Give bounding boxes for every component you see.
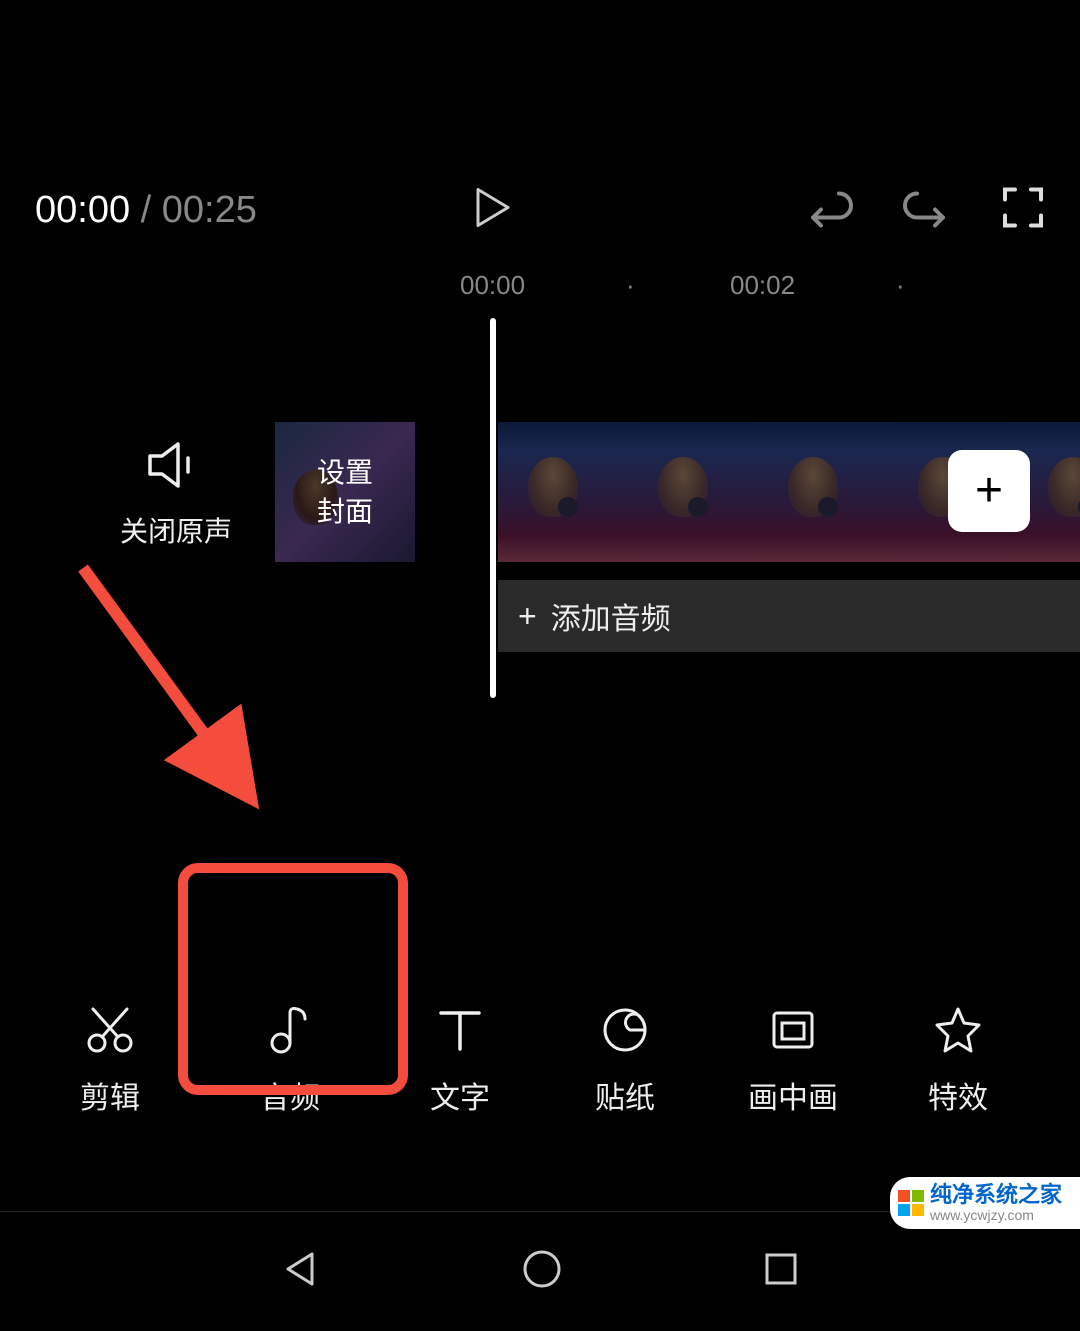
nav-home-button[interactable] xyxy=(521,1248,563,1295)
watermark-url: www.ycwjzy.com xyxy=(930,1208,1062,1223)
tool-label: 特效 xyxy=(928,1073,988,1117)
timeline-ruler: 00:00 · 00:02 · xyxy=(0,270,1080,300)
tool-label: 剪辑 xyxy=(80,1073,140,1117)
cover-label-line2: 封面 xyxy=(317,492,373,531)
ruler-tick: 00:02 xyxy=(730,270,795,301)
playhead[interactable] xyxy=(490,318,496,698)
video-frame xyxy=(498,422,628,562)
picture-in-picture-icon xyxy=(768,1005,818,1055)
redo-button[interactable] xyxy=(903,184,951,237)
tool-label: 音频 xyxy=(260,1073,320,1117)
tool-label: 文字 xyxy=(430,1073,490,1117)
tool-audio[interactable]: 音频 xyxy=(260,1005,320,1117)
cover-label-line1: 设置 xyxy=(317,453,373,492)
total-time: 00:25 xyxy=(162,189,257,231)
tool-effects[interactable]: 特效 xyxy=(928,1005,988,1117)
nav-recent-button[interactable] xyxy=(762,1250,800,1293)
watermark: 纯净系统之家 www.ycwjzy.com xyxy=(890,1177,1080,1229)
star-icon xyxy=(933,1005,983,1055)
text-icon xyxy=(435,1005,485,1055)
scissors-icon xyxy=(85,1005,135,1055)
mute-original-button[interactable]: 关闭原声 xyxy=(120,440,232,550)
current-time: 00:00 xyxy=(35,189,130,231)
windows-icon xyxy=(898,1190,924,1216)
tool-text[interactable]: 文字 xyxy=(430,1005,490,1117)
ruler-dot: · xyxy=(626,270,635,301)
plus-icon: + xyxy=(518,598,537,635)
right-controls xyxy=(805,184,1045,237)
video-frame xyxy=(758,422,888,562)
arrow-annotation xyxy=(65,550,325,850)
plus-icon: + xyxy=(975,467,1003,515)
tool-edit[interactable]: 剪辑 xyxy=(80,1005,140,1117)
undo-button[interactable] xyxy=(805,184,853,237)
tool-pip[interactable]: 画中画 xyxy=(748,1005,838,1117)
speaker-icon xyxy=(146,440,206,490)
video-frame xyxy=(628,422,758,562)
ruler-dot: · xyxy=(896,270,905,301)
bottom-toolbar: 剪辑 音频 文字 贴纸 画中画 特效 xyxy=(0,991,1080,1131)
music-note-icon xyxy=(265,1005,315,1055)
time-separator: / xyxy=(130,189,162,231)
play-button[interactable] xyxy=(470,186,514,235)
fullscreen-button[interactable] xyxy=(1001,186,1045,235)
add-audio-label: 添加音频 xyxy=(551,594,671,638)
ruler-tick: 00:00 xyxy=(460,270,525,301)
set-cover-button[interactable]: 设置 封面 xyxy=(275,422,415,562)
tool-label: 画中画 xyxy=(748,1073,838,1117)
nav-back-button[interactable] xyxy=(280,1248,322,1295)
add-audio-button[interactable]: + 添加音频 xyxy=(498,580,1080,652)
time-display: 00:00 / 00:25 xyxy=(35,189,257,232)
add-clip-button[interactable]: + xyxy=(948,450,1030,532)
sticker-icon xyxy=(600,1005,650,1055)
tool-label: 贴纸 xyxy=(595,1073,655,1117)
player-controls-bar: 00:00 / 00:25 xyxy=(0,180,1080,240)
tool-sticker[interactable]: 贴纸 xyxy=(595,1005,655,1117)
mute-original-label: 关闭原声 xyxy=(120,510,232,550)
watermark-text: 纯净系统之家 xyxy=(930,1183,1062,1207)
android-nav-bar xyxy=(0,1211,1080,1331)
